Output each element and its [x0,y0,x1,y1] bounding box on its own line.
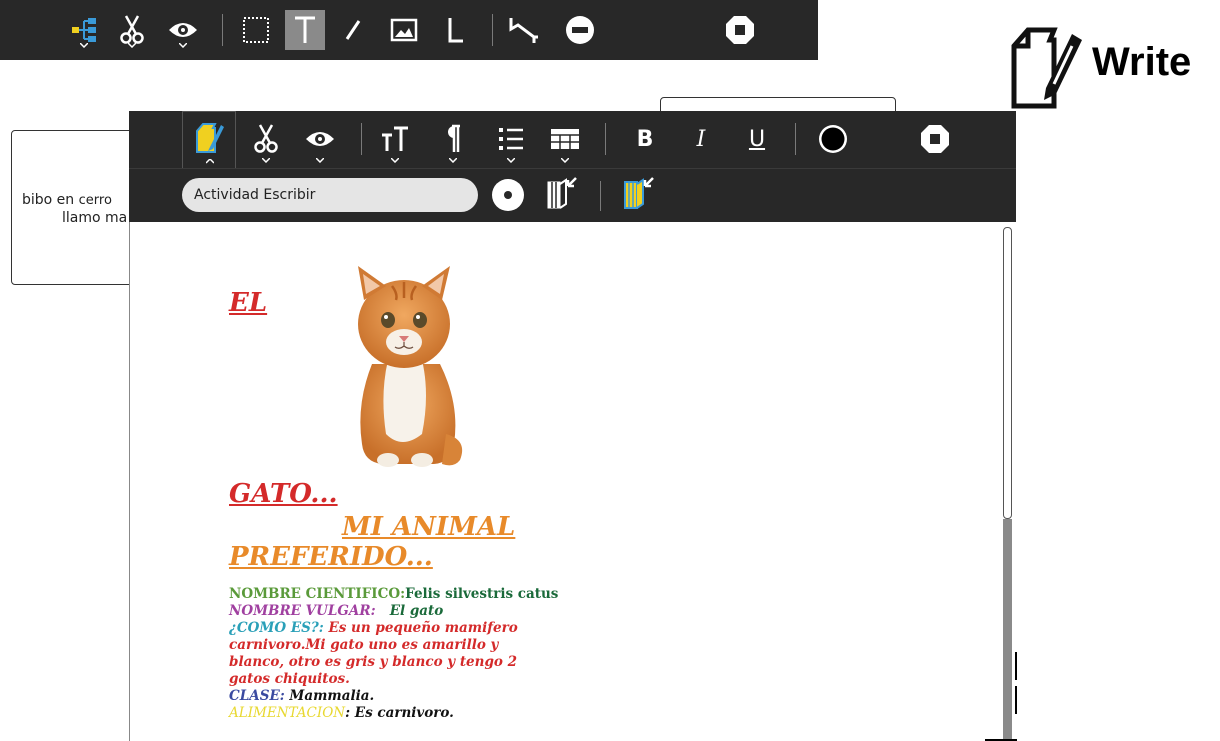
nombre-vulgar-line: NOMBRE VULGAR: El gato [229,603,444,619]
bold-button[interactable]: B [625,119,665,159]
paragraph-icon[interactable] [433,119,473,163]
separator [222,14,223,46]
share-icon[interactable] [488,175,528,215]
background-text: bibo en cerro [22,192,112,208]
underline-button[interactable]: U [737,119,777,159]
alimentacion-line: ALIMENTACION: Es carnivoro. [229,705,454,721]
como-es-line: ¿COMO ES?: Es un pequeño mamifero [229,620,518,636]
separator [795,123,796,155]
nombre-cientifico-line: NOMBRE CIENTIFICO:Felis silvestris catus [229,586,559,602]
stop-icon[interactable] [720,10,760,50]
activity-title-input[interactable]: Actividad Escribir [182,178,478,212]
text-tool-icon[interactable] [285,10,325,50]
text-color-button[interactable] [813,119,853,159]
scissors-icon[interactable] [246,119,286,163]
heading-mi-animal: MI ANIMAL [342,512,516,542]
edge-mark [1015,652,1017,680]
clase-line: CLASE: Mammalia. [229,688,375,704]
cat-image [358,266,463,467]
separator [600,181,601,211]
image-icon[interactable] [384,10,424,50]
separator [605,123,606,155]
separator [361,123,362,155]
select-rectangle-icon[interactable] [236,10,276,50]
pen-icon[interactable] [333,10,373,50]
italic-button[interactable]: I [681,119,721,159]
main-toolbar: B I U [129,111,1016,168]
scrollbar-track-lower[interactable] [1003,519,1012,741]
activity-tab[interactable] [182,111,236,168]
heading-el: EL [229,288,268,318]
write-activity-icon [1011,27,1082,109]
eye-icon[interactable] [163,10,203,50]
scrollbar-thumb[interactable] [1003,227,1012,519]
como-es-line: blanco, otro es gris y blanco y tengo 2 [229,654,518,670]
activity-brand: Write [1010,26,1220,110]
list-icon[interactable] [491,119,531,163]
como-es-line: gatos chiquitos. [229,671,350,687]
document-canvas[interactable]: EL GATO... MI ANIMAL PREFERIDO... NOMBRE… [129,222,1016,741]
keep-icon[interactable] [540,173,580,213]
line-tool-icon[interactable] [436,10,476,50]
activity-title: Write [1092,40,1192,84]
table-icon[interactable] [545,119,585,163]
como-es-line: carnivoro.Mi gato uno es amarillo y [229,637,499,653]
background-text: llamo ma [62,210,128,226]
connector-icon[interactable] [506,10,546,50]
separator [492,14,493,46]
edge-mark [1015,686,1017,714]
tree-icon[interactable] [64,10,104,50]
eye-icon[interactable] [300,119,340,163]
journal-icon[interactable] [617,173,657,213]
heading-gato: GATO... [229,479,338,509]
activity-subtoolbar: Actividad Escribir [129,168,1016,222]
stop-icon[interactable] [915,119,955,159]
write-window: B I U Actividad Escribir EL GATO... MI A… [129,111,1016,741]
heading-preferido: PREFERIDO... [229,542,433,572]
write-activity-icon [196,123,224,153]
chevron-up-icon [206,159,214,164]
background-toolbar [0,0,818,60]
text-size-icon[interactable] [375,119,415,163]
scissors-icon[interactable] [112,10,152,50]
remove-icon[interactable] [560,10,600,50]
